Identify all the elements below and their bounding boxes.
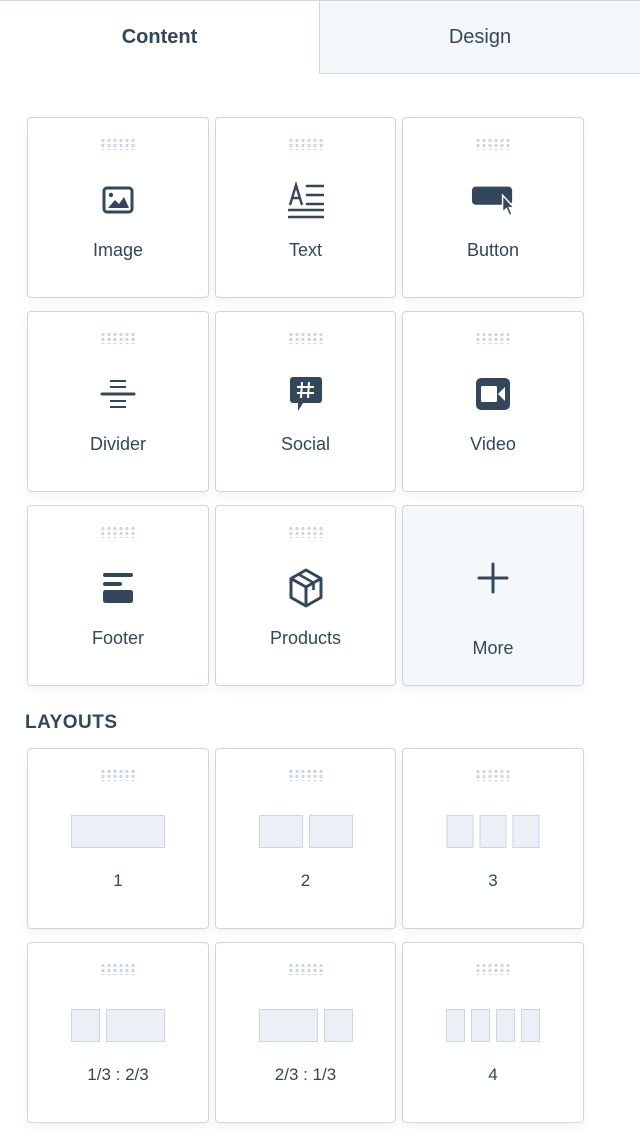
module-label: More [472, 638, 514, 658]
module-video[interactable]: Video [402, 311, 584, 492]
layout-preview [258, 815, 353, 848]
divider-icon [96, 372, 140, 416]
layout-column [323, 1009, 353, 1042]
layout-1-3-2-3[interactable]: 1/3 : 2/3 [27, 942, 209, 1123]
layout-1[interactable]: 1 [27, 748, 209, 929]
layout-2-3-1-3[interactable]: 2/3 : 1/3 [215, 942, 396, 1123]
layout-column [446, 1009, 465, 1042]
layout-column [258, 815, 303, 848]
module-footer[interactable]: Footer [27, 505, 209, 686]
module-label: Social [280, 434, 331, 454]
module-text[interactable]: Text [215, 117, 396, 298]
layout-column [479, 815, 507, 848]
panel-tabs: Content Design [0, 0, 640, 74]
layout-column [446, 815, 474, 848]
layout-label: 1 [113, 871, 123, 890]
layout-grid: 1 2 3 1/3 : 2/3 2/3 : 1/3 4 [27, 748, 584, 1123]
drag-handle-icon[interactable] [100, 769, 136, 781]
drag-handle-icon[interactable] [475, 138, 511, 150]
module-label: Image [92, 240, 144, 260]
tab-content[interactable]: Content [0, 1, 319, 74]
drag-handle-icon[interactable] [100, 963, 136, 975]
module-label: Divider [89, 434, 146, 454]
layout-column [258, 1009, 318, 1042]
module-social[interactable]: Social [215, 311, 396, 492]
text-icon [284, 178, 328, 222]
layout-label: 1/3 : 2/3 [87, 1065, 149, 1084]
layout-column [512, 815, 540, 848]
plus-icon [471, 556, 515, 600]
product-box-icon [284, 566, 328, 610]
drag-handle-icon[interactable] [100, 332, 136, 344]
tab-design[interactable]: Design [319, 1, 640, 74]
layout-preview [446, 1009, 540, 1042]
layout-preview [71, 815, 165, 848]
footer-icon [96, 566, 140, 610]
button-cursor-icon [471, 178, 515, 222]
drag-handle-icon[interactable] [287, 769, 324, 781]
layout-label: 4 [488, 1065, 498, 1084]
module-label: Text [288, 240, 322, 260]
layout-2[interactable]: 2 [215, 748, 396, 929]
layout-column [521, 1009, 540, 1042]
drag-handle-icon[interactable] [475, 963, 511, 975]
layout-preview [446, 815, 540, 848]
drag-handle-icon[interactable] [287, 332, 324, 344]
module-label: Video [470, 434, 516, 454]
module-label: Button [466, 240, 520, 260]
layout-label: 2 [300, 871, 311, 890]
module-products[interactable]: Products [215, 505, 396, 686]
module-grid: Image Text Button Divider Social Video F… [27, 117, 584, 686]
drag-handle-icon[interactable] [287, 963, 324, 975]
video-camera-icon [471, 372, 515, 416]
layout-column [471, 1009, 490, 1042]
layouts-heading: LAYOUTS [25, 712, 118, 733]
module-button[interactable]: Button [402, 117, 584, 298]
drag-handle-icon[interactable] [475, 332, 511, 344]
layout-4[interactable]: 4 [402, 942, 584, 1123]
layout-column [496, 1009, 515, 1042]
layout-preview [71, 1009, 165, 1042]
drag-handle-icon[interactable] [100, 138, 136, 150]
module-divider[interactable]: Divider [27, 311, 209, 492]
drag-handle-icon[interactable] [287, 138, 324, 150]
social-hashtag-icon [284, 372, 328, 416]
layout-preview [258, 1009, 353, 1042]
layout-column [71, 815, 165, 848]
module-image[interactable]: Image [27, 117, 209, 298]
layout-column [106, 1009, 165, 1042]
image-icon [96, 178, 140, 222]
more-modules-button[interactable]: More [402, 505, 584, 686]
drag-handle-icon[interactable] [100, 526, 136, 538]
drag-handle-icon[interactable] [475, 769, 511, 781]
layout-label: 3 [488, 871, 498, 890]
layout-3[interactable]: 3 [402, 748, 584, 929]
layout-label: 2/3 : 1/3 [274, 1065, 337, 1084]
module-label: Products [269, 628, 342, 648]
layout-column [71, 1009, 100, 1042]
module-label: Footer [91, 628, 145, 648]
layout-column [308, 815, 353, 848]
drag-handle-icon[interactable] [287, 526, 324, 538]
